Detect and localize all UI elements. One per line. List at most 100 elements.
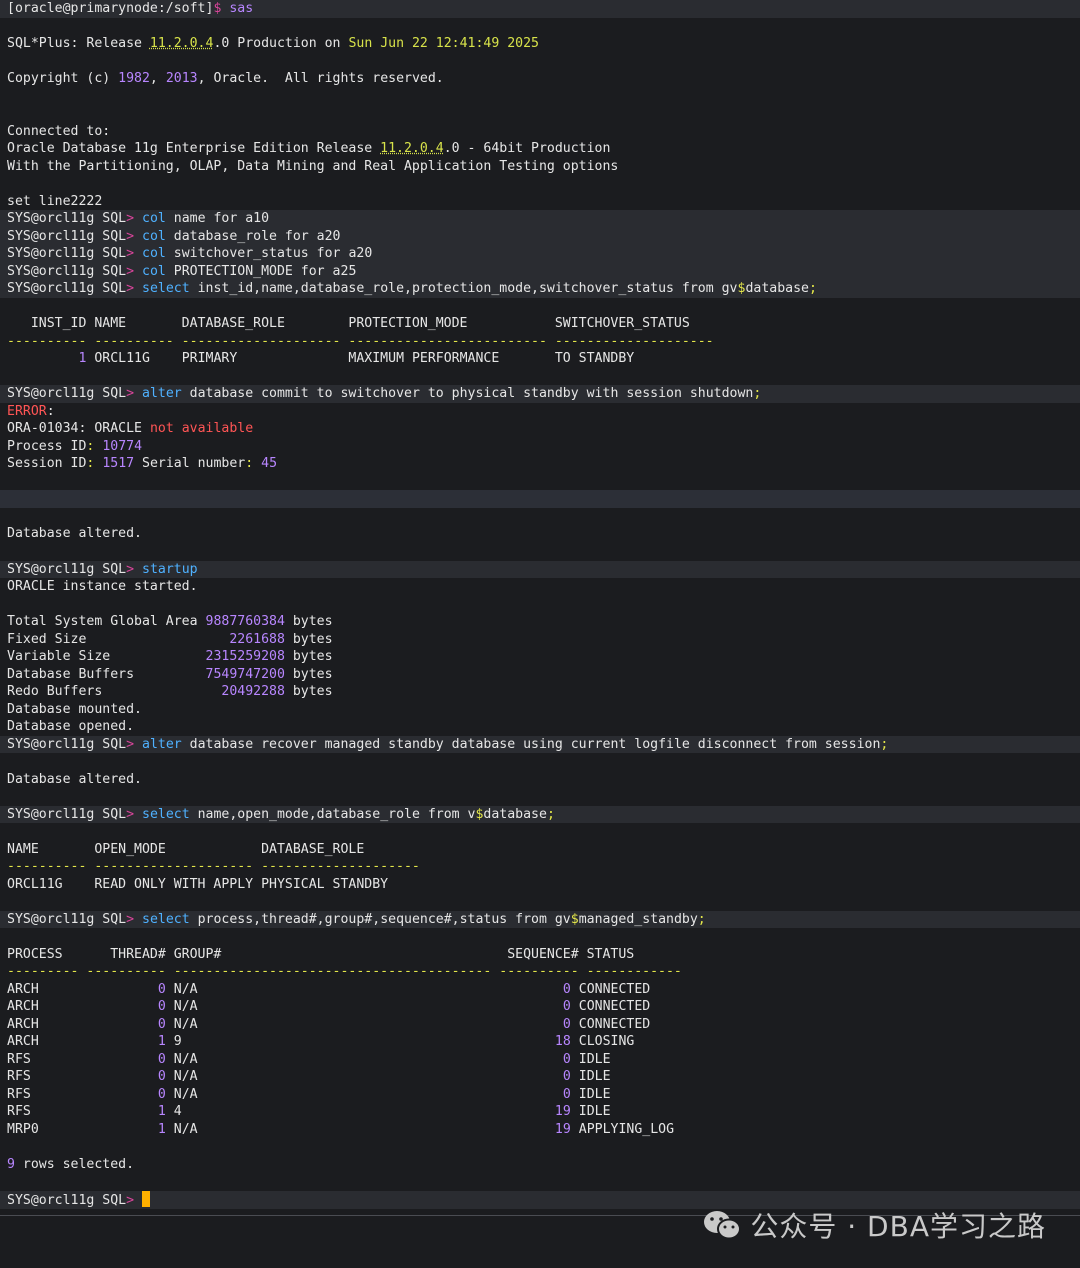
sga-value: 2315259208	[205, 649, 285, 665]
options-line: With the Partitioning, OLAP, Data Mining…	[7, 158, 619, 174]
sql-command-line: SYS@orcl11g SQL> alter database commit t…	[0, 385, 1080, 403]
sga-row: Total System Global Area 9887760384 byte…	[0, 613, 1080, 631]
sql-text: database	[483, 806, 547, 822]
database-altered: Database altered.	[7, 526, 142, 542]
separator-bar	[0, 490, 1080, 508]
prompt-gt: >	[126, 806, 135, 822]
table-row: RFS 0 N/A 0 IDLE	[0, 1051, 1080, 1069]
status-cell: CLOSING	[578, 1034, 635, 1050]
sql-keyword: col	[142, 246, 166, 262]
sql-keyword: col	[142, 263, 166, 279]
semicolon: ;	[808, 281, 817, 297]
result-row: ORCL11G READ ONLY WITH APPLY PHYSICAL ST…	[7, 876, 389, 892]
status-cell: IDLE	[578, 1069, 611, 1085]
instance-started: ORACLE instance started.	[7, 579, 198, 595]
table-row: ARCH 0 N/A 0 CONNECTED	[0, 1016, 1080, 1034]
thread-cell: 1	[157, 1104, 166, 1120]
sequence-cell: 0	[562, 981, 571, 997]
db-version-text: Oracle Database 11g Enterprise Edition R…	[7, 141, 381, 157]
thread-cell: 0	[157, 999, 166, 1015]
sql-text: name,open_mode,database_role from v	[189, 806, 476, 822]
connected-to: Connected to:	[7, 123, 111, 139]
table-row: MRP0 1 N/A 19 APPLYING_LOG	[0, 1121, 1080, 1139]
sql-prompt: SYS@orcl11g SQL	[7, 281, 127, 297]
result-separator: ---------- -------------------- --------…	[7, 859, 420, 875]
sga-unit: bytes	[284, 649, 333, 665]
prompt-gt: >	[126, 246, 135, 262]
sql-text: database	[745, 281, 809, 297]
serial-value: 45	[261, 456, 278, 472]
wechat-icon	[704, 1211, 742, 1240]
result-separator: --------- ---------- -------------------…	[7, 964, 682, 980]
group-cell: N/A	[173, 981, 492, 997]
sequence-cell: 19	[554, 1104, 571, 1120]
ora-text: : ORACLE	[78, 421, 150, 437]
status-cell: CONNECTED	[578, 1016, 651, 1032]
prompt-gt: >	[126, 228, 135, 244]
result-header: NAME OPEN_MODE DATABASE_ROLE	[7, 841, 365, 857]
sql-text: name for a10	[165, 211, 270, 227]
watermark: 公众号 · DBA学习之路	[702, 1203, 1046, 1247]
shell-prompt-line: [oracle@primarynode:/soft]$ sas	[0, 0, 1080, 18]
sql-prompt: SYS@orcl11g SQL	[7, 561, 127, 577]
version: 11.2.0.4	[149, 36, 214, 52]
rows-count: 9	[7, 1157, 15, 1173]
status-cell: APPLYING_LOG	[578, 1122, 675, 1137]
ora-message: not available	[149, 421, 254, 437]
sql-command-line: SYS@orcl11g SQL> startup	[0, 560, 1080, 579]
prompt-gt: >	[126, 211, 135, 227]
status-cell: IDLE	[578, 1104, 611, 1120]
sql-prompt: SYS@orcl11g SQL	[7, 1193, 127, 1209]
serial-label: Serial number	[134, 456, 246, 472]
sga-label: Variable Size	[7, 649, 206, 665]
banner-date: Sun Jun 22 12:41:49 2025	[348, 36, 539, 52]
sql-keyword: alter	[142, 736, 182, 752]
text-cursor[interactable]	[142, 1191, 150, 1208]
pid-label: Process ID	[7, 438, 87, 454]
shell-prompt: [oracle@primarynode:/soft]	[7, 1, 214, 16]
sql-text: inst_id,name,database_role,protection_mo…	[189, 281, 738, 297]
semicolon: ;	[753, 386, 762, 402]
table-row: ARCH 0 N/A 0 CONNECTED	[0, 981, 1080, 999]
process-cell: ARCH	[7, 981, 79, 997]
sga-value: 9887760384	[205, 614, 285, 630]
sga-value: 2261688	[205, 631, 285, 647]
process-id-line: Process ID: 10774	[7, 438, 143, 454]
sequence-cell: 0	[562, 1051, 571, 1067]
prompt-gt: >	[126, 561, 135, 577]
year-end: 2013	[165, 71, 198, 87]
sql-text: database recover managed standby databas…	[181, 736, 881, 752]
managed-standby-rows: ARCH 0 N/A 0 CONNECTED ARCH 0 N/A 0 CONNE…	[0, 981, 1080, 1139]
shell-dollar: $	[213, 1, 222, 16]
pid-value: 10774	[102, 438, 143, 454]
prompt-gt: >	[126, 386, 135, 402]
sga-unit: bytes	[284, 614, 333, 630]
table-row: ARCH 1 9 18 CLOSING	[0, 1033, 1080, 1051]
sga-row: Variable Size 2315259208 bytes	[0, 648, 1080, 666]
sql-prompt: SYS@orcl11g SQL	[7, 211, 127, 227]
sql-keyword: alter	[142, 386, 182, 402]
watermark-text: 公众号 · DBA学习之路	[750, 1210, 1046, 1243]
database-opened: Database opened.	[7, 719, 135, 735]
status-cell: CONNECTED	[578, 999, 651, 1015]
sequence-cell: 0	[562, 1016, 571, 1032]
sid-value: 1517	[102, 456, 135, 472]
sga-value: 20492288	[205, 684, 285, 700]
error-label: ERROR	[7, 403, 47, 419]
sql-command-line: SYS@orcl11g SQL> col PROTECTION_MODE for…	[0, 262, 1080, 281]
thread-cell: 1	[157, 1122, 166, 1137]
sql-text: managed_standby	[578, 911, 698, 927]
sql-command-line: SYS@orcl11g SQL> col switchover_status f…	[0, 245, 1080, 263]
session-id-line: Session ID: 1517 Serial number: 45	[7, 456, 278, 472]
copyright-text: , Oracle. All rights reserved.	[197, 71, 444, 87]
result-row: 1 ORCL11G PRIMARY MAXIMUM PERFORMANCE TO…	[0, 350, 1080, 368]
sql-command-line: SYS@orcl11g SQL> col name for a10	[0, 210, 1080, 228]
year-start: 1982	[118, 71, 150, 87]
table-row: RFS 0 N/A 0 IDLE	[0, 1068, 1080, 1086]
sql-keyword: col	[142, 228, 166, 244]
sga-label: Redo Buffers	[7, 684, 206, 700]
table-row: ARCH 0 N/A 0 CONNECTED	[0, 998, 1080, 1016]
sga-label: Fixed Size	[7, 631, 206, 647]
sga-unit: bytes	[284, 684, 333, 700]
sga-label: Database Buffers	[7, 666, 206, 682]
